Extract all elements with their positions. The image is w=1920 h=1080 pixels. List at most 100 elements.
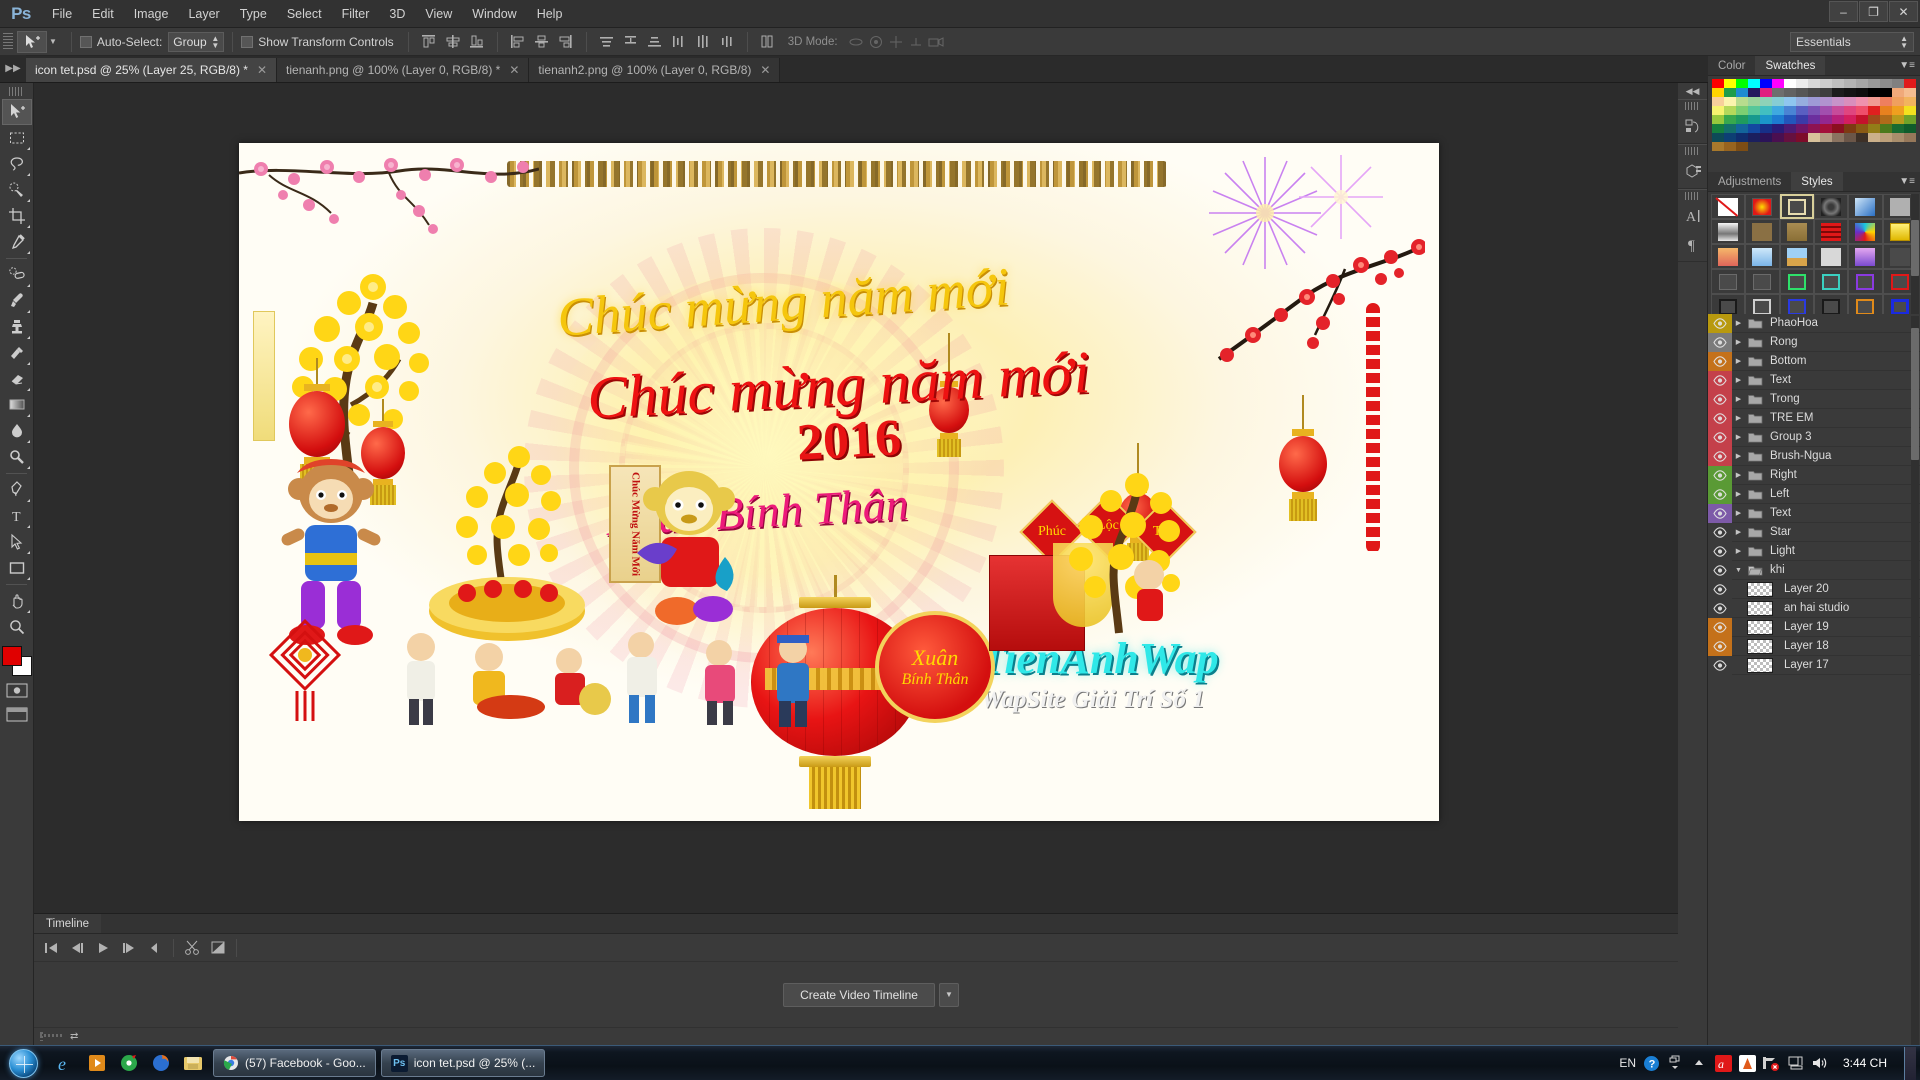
collapse-panels-icon[interactable]: ◀◀ [1678, 83, 1707, 99]
style-swatch[interactable] [1813, 194, 1849, 219]
close-tab-icon[interactable]: ✕ [760, 63, 770, 77]
layer-row[interactable]: ▶ Text [1708, 503, 1920, 523]
show-hidden-icons-icon[interactable] [1666, 1054, 1684, 1072]
color-swatch[interactable] [1832, 88, 1844, 97]
tab-scroll-arrows-icon[interactable]: ▶▶ [0, 55, 26, 82]
expand-group-icon[interactable]: ▶ [1732, 338, 1745, 346]
color-swatch[interactable] [1748, 79, 1760, 88]
styles-scrollbar-track[interactable] [1911, 194, 1919, 326]
color-swatch[interactable] [1892, 97, 1904, 106]
taskbar-clock[interactable]: 3:44 CH [1834, 1056, 1896, 1070]
menu-window[interactable]: Window [462, 0, 526, 28]
color-swatch[interactable] [1820, 97, 1832, 106]
menu-type[interactable]: Type [230, 0, 277, 28]
style-swatch[interactable] [1813, 244, 1849, 269]
color-swatch[interactable] [1796, 106, 1808, 115]
color-swatch[interactable] [1832, 79, 1844, 88]
layer-visibility-toggle[interactable] [1708, 541, 1732, 561]
color-swatch[interactable] [1760, 97, 1772, 106]
color-swatch[interactable] [1832, 115, 1844, 124]
tool-preset-caret-icon[interactable]: ▼ [49, 37, 57, 46]
color-swatch[interactable] [1868, 79, 1880, 88]
expand-group-icon[interactable]: ▶ [1732, 547, 1745, 555]
close-tab-icon[interactable]: ✕ [509, 63, 519, 77]
layer-visibility-toggle[interactable] [1708, 579, 1732, 599]
panel-grip[interactable] [1685, 102, 1700, 110]
avira-icon[interactable]: a [1714, 1054, 1732, 1072]
color-swatch[interactable] [1724, 97, 1736, 106]
color-swatch[interactable] [1832, 106, 1844, 115]
restore-button[interactable]: ❐ [1859, 1, 1888, 22]
color-swatch[interactable] [1832, 133, 1844, 142]
taskbar-task-facebook[interactable]: (57) Facebook - Goo... [213, 1049, 376, 1077]
distribute-bottom-edges-icon[interactable] [643, 31, 667, 53]
create-video-timeline-button[interactable]: Create Video Timeline [783, 982, 935, 1007]
menu-select[interactable]: Select [277, 0, 332, 28]
layer-row[interactable]: ▶ PhaoHoa [1708, 314, 1920, 333]
layer-row[interactable]: ▶ TRE EM [1708, 408, 1920, 428]
color-swatch[interactable] [1904, 79, 1916, 88]
color-swatch[interactable] [1748, 133, 1760, 142]
styles-grid[interactable] [1708, 192, 1920, 321]
transition-button[interactable] [205, 936, 231, 960]
show-transform-checkbox[interactable] [241, 35, 254, 48]
document-tab-2[interactable]: tienanh2.png @ 100% (Layer 0, RGB/8) ✕ [529, 58, 781, 82]
color-swatch[interactable] [1880, 97, 1892, 106]
style-swatch[interactable] [1848, 244, 1883, 269]
layer-thumbnail[interactable] [1747, 581, 1773, 597]
color-swatch[interactable] [1796, 115, 1808, 124]
network-error-icon[interactable] [1762, 1054, 1780, 1072]
spot-healing-brush-tool[interactable] [2, 262, 32, 288]
distribute-top-edges-icon[interactable] [595, 31, 619, 53]
color-swatch[interactable] [1796, 124, 1808, 133]
split-at-playhead-button[interactable] [179, 936, 205, 960]
go-to-first-frame-button[interactable] [38, 936, 64, 960]
layer-visibility-toggle[interactable] [1708, 465, 1732, 485]
color-swatch[interactable] [1892, 88, 1904, 97]
crop-tool[interactable] [2, 203, 32, 229]
color-swatch[interactable] [1844, 88, 1856, 97]
layer-visibility-toggle[interactable] [1708, 598, 1732, 618]
color-swatch[interactable] [1784, 106, 1796, 115]
color-swatch[interactable] [1868, 97, 1880, 106]
menu-edit[interactable]: Edit [82, 0, 124, 28]
color-swatch[interactable] [1772, 115, 1784, 124]
align-vertical-centers-icon[interactable] [441, 31, 465, 53]
color-swatch[interactable] [1736, 124, 1748, 133]
color-swatch[interactable] [1832, 97, 1844, 106]
internet-explorer-icon[interactable]: e [50, 1048, 80, 1078]
layer-visibility-toggle[interactable] [1708, 636, 1732, 656]
align-bottom-edges-icon[interactable] [465, 31, 489, 53]
document-tab-1[interactable]: tienanh.png @ 100% (Layer 0, RGB/8) * ✕ [277, 58, 530, 82]
collapse-group-icon[interactable]: ▼ [1732, 567, 1745, 574]
media-player-icon[interactable] [82, 1048, 112, 1078]
color-swatch[interactable] [1808, 88, 1820, 97]
color-swatch[interactable] [1856, 106, 1868, 115]
layer-row[interactable]: ▶ Group 3 [1708, 427, 1920, 447]
scale-3d-icon[interactable] [926, 32, 946, 52]
color-swatch[interactable] [1904, 133, 1916, 142]
color-swatch[interactable] [1868, 115, 1880, 124]
expand-group-icon[interactable]: ▶ [1732, 490, 1745, 498]
style-swatch[interactable] [1745, 194, 1780, 219]
expand-group-icon[interactable]: ▶ [1732, 471, 1745, 479]
color-swatch[interactable] [1880, 115, 1892, 124]
color-swatch[interactable] [1784, 79, 1796, 88]
styles-panel-menu-icon[interactable]: ▼≡ [1899, 176, 1915, 187]
firefox-icon[interactable] [146, 1048, 176, 1078]
clone-stamp-tool[interactable] [2, 314, 32, 340]
color-swatch[interactable] [1736, 106, 1748, 115]
align-top-edges-icon[interactable] [417, 31, 441, 53]
distribute-left-edges-icon[interactable] [667, 31, 691, 53]
layer-row[interactable]: an hai studio [1708, 598, 1920, 618]
layer-row[interactable]: ▶ Left [1708, 484, 1920, 504]
layer-visibility-toggle[interactable] [1708, 655, 1732, 675]
expand-group-icon[interactable]: ▶ [1732, 452, 1745, 460]
color-swatch[interactable] [1724, 106, 1736, 115]
color-swatch[interactable] [1844, 133, 1856, 142]
color-swatch[interactable] [1760, 124, 1772, 133]
align-horizontal-centers-icon[interactable] [530, 31, 554, 53]
style-swatch[interactable] [1711, 244, 1746, 269]
color-swatch[interactable] [1808, 115, 1820, 124]
color-swatch[interactable] [1712, 88, 1724, 97]
